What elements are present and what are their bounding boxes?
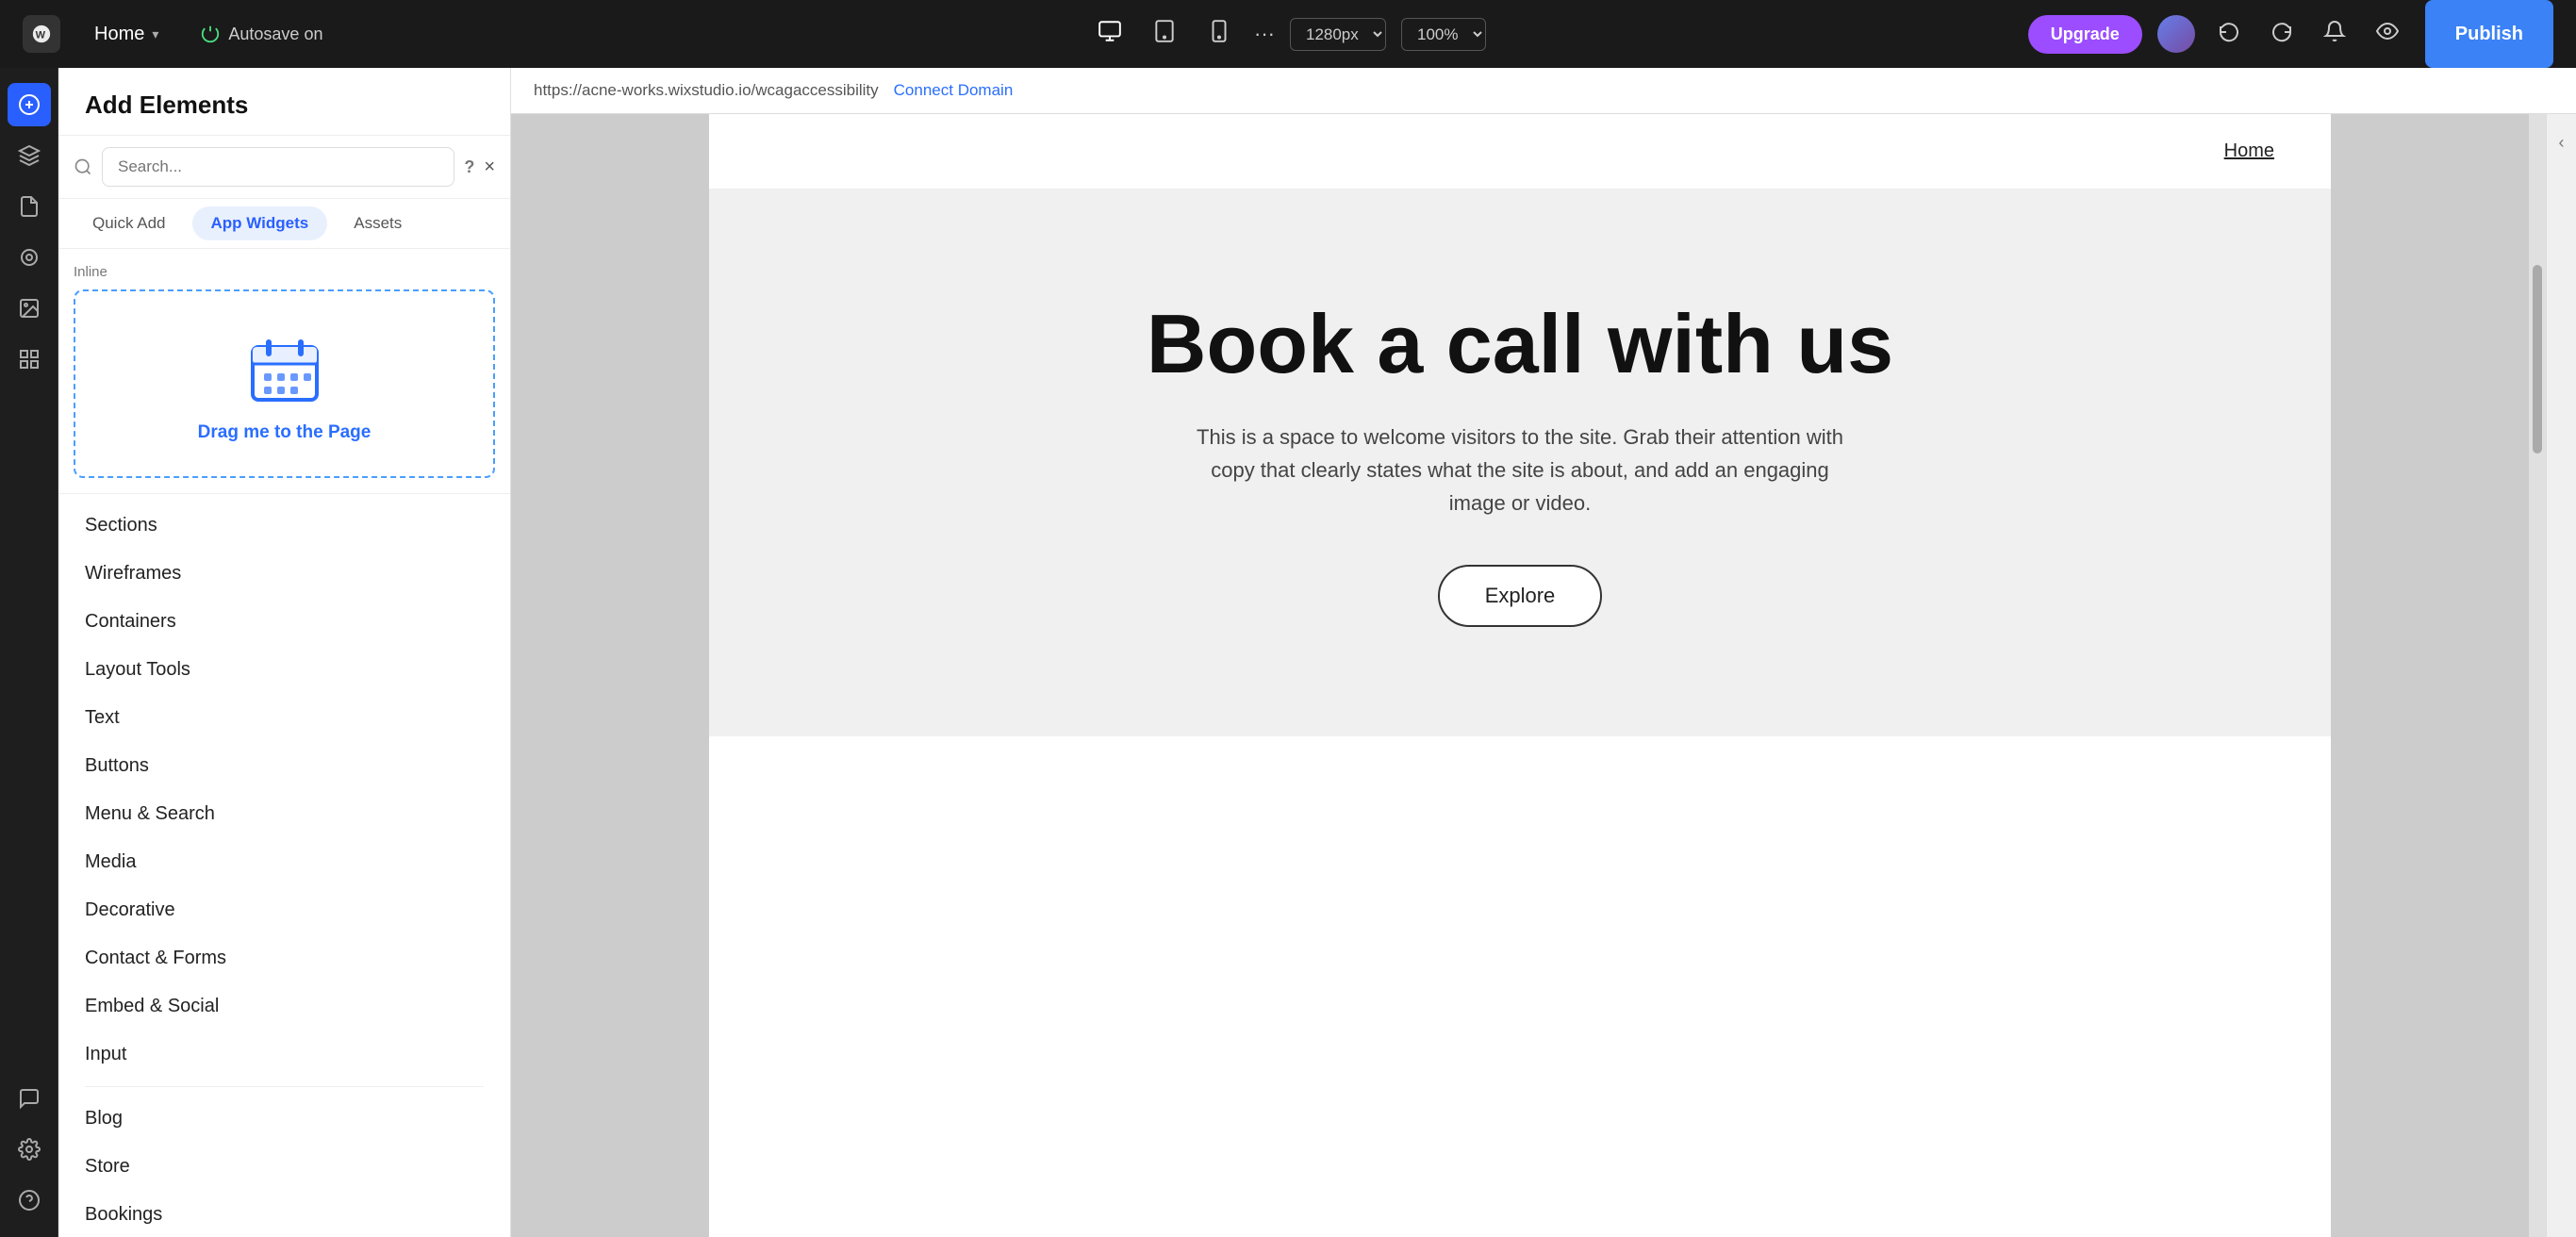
topbar: W Home ▾ Autosave on ··· 1280px 1920px 7… (0, 0, 2576, 68)
panel-search-area: ? × (58, 136, 510, 199)
home-label: Home (94, 24, 144, 45)
widget-preview-area: Inline (58, 249, 510, 494)
upgrade-button[interactable]: Upgrade (2028, 15, 2142, 54)
more-options-icon[interactable]: ··· (1254, 22, 1275, 46)
tab-app-widgets[interactable]: App Widgets (192, 206, 328, 240)
preview-button[interactable] (2369, 12, 2406, 56)
resolution-select[interactable]: 1280px 1920px 768px (1290, 18, 1386, 51)
site-navigation: Home (709, 114, 2331, 190)
collapse-right-panel-button[interactable]: ‹ (2559, 133, 2565, 153)
inline-label: Inline (74, 264, 495, 280)
settings-icon-button[interactable] (8, 1128, 51, 1171)
add-elements-icon-button[interactable] (8, 83, 51, 126)
tab-quick-add[interactable]: Quick Add (74, 206, 185, 240)
category-divider (85, 1086, 484, 1087)
tab-assets[interactable]: Assets (335, 206, 421, 240)
category-list: Sections Wireframes Containers Layout To… (58, 494, 510, 1237)
right-panel-collapse: ‹ (2546, 114, 2576, 1237)
search-icon (74, 157, 92, 176)
widget-drag-label: Drag me to the Page (198, 422, 372, 443)
category-item-bookings[interactable]: Bookings (58, 1191, 510, 1237)
svg-text:W: W (36, 30, 46, 41)
tablet-view-button[interactable] (1145, 11, 1184, 57)
url-bar: https://acne-works.wixstudio.io/wcagacce… (511, 68, 2576, 114)
panel-header: Add Elements (58, 68, 510, 136)
panel-tabs: Quick Add App Widgets Assets (58, 199, 510, 249)
mobile-view-button[interactable] (1199, 11, 1239, 57)
hero-title: Book a call with us (1147, 299, 1893, 390)
category-item-contact-forms[interactable]: Contact & Forms (58, 934, 510, 982)
category-item-store[interactable]: Store (58, 1143, 510, 1191)
hero-cta-button[interactable]: Explore (1438, 565, 1603, 627)
media-icon-button[interactable] (8, 287, 51, 330)
panel-title: Add Elements (85, 91, 484, 120)
site-frame: Home Book a call with us This is a space… (709, 114, 2331, 1237)
panel-content: Inline (58, 249, 510, 1237)
layers-icon-button[interactable] (8, 134, 51, 177)
canvas-scroll-area[interactable]: Home Book a call with us This is a space… (511, 114, 2529, 1237)
icon-sidebar (0, 68, 58, 1237)
category-item-sections[interactable]: Sections (58, 502, 510, 550)
autosave-label: Autosave on (228, 25, 322, 44)
canvas-area: https://acne-works.wixstudio.io/wcagacce… (511, 68, 2576, 1237)
home-chevron-icon: ▾ (152, 26, 158, 42)
category-item-layout-tools[interactable]: Layout Tools (58, 646, 510, 694)
apps-icon-button[interactable] (8, 338, 51, 381)
search-input[interactable] (102, 147, 454, 187)
pages-icon-button[interactable] (8, 185, 51, 228)
user-avatar[interactable] (2157, 15, 2195, 53)
category-item-blog[interactable]: Blog (58, 1095, 510, 1143)
canvas-scrollbar[interactable] (2529, 114, 2546, 1237)
hero-section: Book a call with us This is a space to w… (709, 190, 2331, 736)
widget-drag-card[interactable]: Drag me to the Page (74, 289, 495, 478)
redo-button[interactable] (2263, 12, 2301, 56)
device-controls: ··· 1280px 1920px 768px 100% 75% 125% (1090, 11, 1486, 57)
app-logo[interactable]: W (23, 15, 60, 53)
search-help-button[interactable]: ? (464, 157, 474, 177)
desktop-view-button[interactable] (1090, 11, 1130, 57)
notifications-button[interactable] (2316, 12, 2353, 56)
hero-subtitle: This is a space to welcome visitors to t… (1190, 421, 1850, 520)
nav-home-link[interactable]: Home (2224, 140, 2274, 162)
category-item-input[interactable]: Input (58, 1031, 510, 1079)
category-item-wireframes[interactable]: Wireframes (58, 550, 510, 598)
category-item-buttons[interactable]: Buttons (58, 742, 510, 790)
category-item-text[interactable]: Text (58, 694, 510, 742)
category-item-embed-social[interactable]: Embed & Social (58, 982, 510, 1031)
zoom-select[interactable]: 100% 75% 125% (1401, 18, 1486, 51)
search-close-button[interactable]: × (484, 157, 495, 178)
home-page-button[interactable]: Home ▾ (79, 16, 173, 53)
connect-domain-link[interactable]: Connect Domain (894, 81, 1014, 100)
autosave-indicator: Autosave on (200, 24, 322, 44)
site-url: https://acne-works.wixstudio.io/wcagacce… (534, 81, 879, 100)
undo-button[interactable] (2210, 12, 2248, 56)
topbar-right: Upgrade (2028, 12, 2406, 56)
category-item-menu-search[interactable]: Menu & Search (58, 790, 510, 838)
interactions-icon-button[interactable] (8, 236, 51, 279)
chat-icon-button[interactable] (8, 1077, 51, 1120)
publish-button[interactable]: Publish (2425, 0, 2553, 68)
scrollbar-thumb[interactable] (2533, 265, 2542, 454)
category-item-decorative[interactable]: Decorative (58, 886, 510, 934)
left-panel: Add Elements ? × Quick Add App Widgets A… (58, 68, 511, 1237)
help-icon-button[interactable] (8, 1179, 51, 1222)
category-item-media[interactable]: Media (58, 838, 510, 886)
category-item-containers[interactable]: Containers (58, 598, 510, 646)
below-fold-area (709, 736, 2331, 1113)
calendar-icon (247, 332, 322, 407)
